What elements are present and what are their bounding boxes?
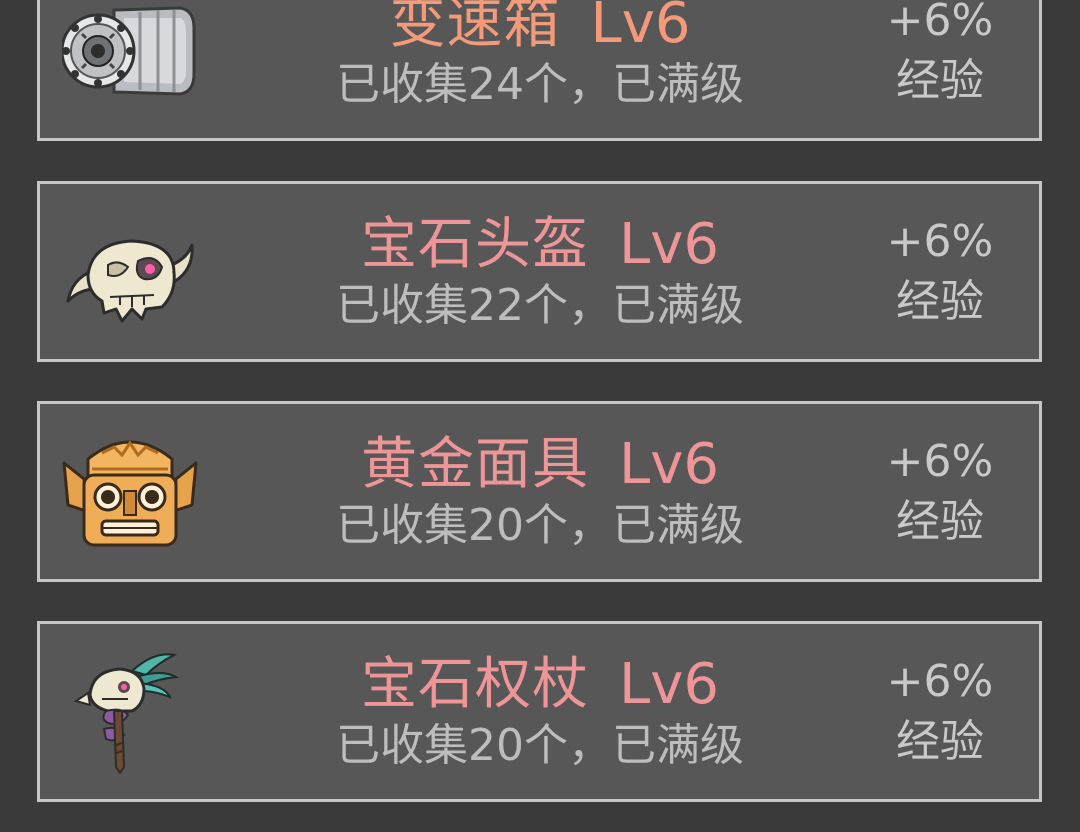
bonus-value: +6% <box>886 216 994 267</box>
bonus-type: 经验 <box>896 716 984 767</box>
bonus-type: 经验 <box>896 496 984 547</box>
item-level: Lv6 <box>619 432 719 497</box>
bonus: +6% 经验 <box>885 214 995 330</box>
bonus-value: +6% <box>886 656 994 707</box>
gearbox-icon <box>62 0 198 114</box>
collection-card[interactable]: 宝石头盔 Lv6 已收集22个，已满级 +6% 经验 <box>37 181 1042 362</box>
collection-card[interactable]: 变速箱 Lv6 已收集24个，已满级 +6% 经验 <box>37 0 1042 141</box>
bonus: +6% 经验 <box>885 0 995 109</box>
collection-card[interactable]: 黄金面具 Lv6 已收集20个，已满级 +6% 经验 <box>37 401 1042 582</box>
golden-mask-icon <box>62 429 198 555</box>
item-name: 变速箱 <box>389 0 561 56</box>
collection-status: 已收集20个，已满级 <box>336 720 744 771</box>
item-level: Lv6 <box>590 0 691 56</box>
bonus: +6% 经验 <box>885 654 995 770</box>
bonus-value: +6% <box>886 0 994 46</box>
collection-card[interactable]: 宝石权杖 Lv6 已收集20个，已满级 +6% 经验 <box>37 621 1042 802</box>
collection-status: 已收集20个，已满级 <box>336 500 744 551</box>
collection-status: 已收集22个，已满级 <box>336 280 744 331</box>
gem-scepter-icon <box>62 649 198 775</box>
bonus: +6% 经验 <box>885 434 995 550</box>
bonus-type: 经验 <box>896 55 984 106</box>
item-level: Lv6 <box>619 212 719 277</box>
item-title: 宝石权杖 Lv6 <box>270 654 810 716</box>
item-title: 宝石头盔 Lv6 <box>270 214 810 276</box>
bonus-type: 经验 <box>896 276 984 327</box>
item-title: 黄金面具 Lv6 <box>270 434 810 496</box>
bonus-value: +6% <box>886 436 994 487</box>
item-level: Lv6 <box>619 652 719 717</box>
item-name: 宝石权杖 <box>361 652 590 717</box>
item-name: 宝石头盔 <box>361 212 590 277</box>
skull-helmet-icon <box>62 209 198 335</box>
item-title: 变速箱 Lv6 <box>270 0 810 55</box>
item-name: 黄金面具 <box>361 432 590 497</box>
collection-status: 已收集24个，已满级 <box>336 59 744 110</box>
